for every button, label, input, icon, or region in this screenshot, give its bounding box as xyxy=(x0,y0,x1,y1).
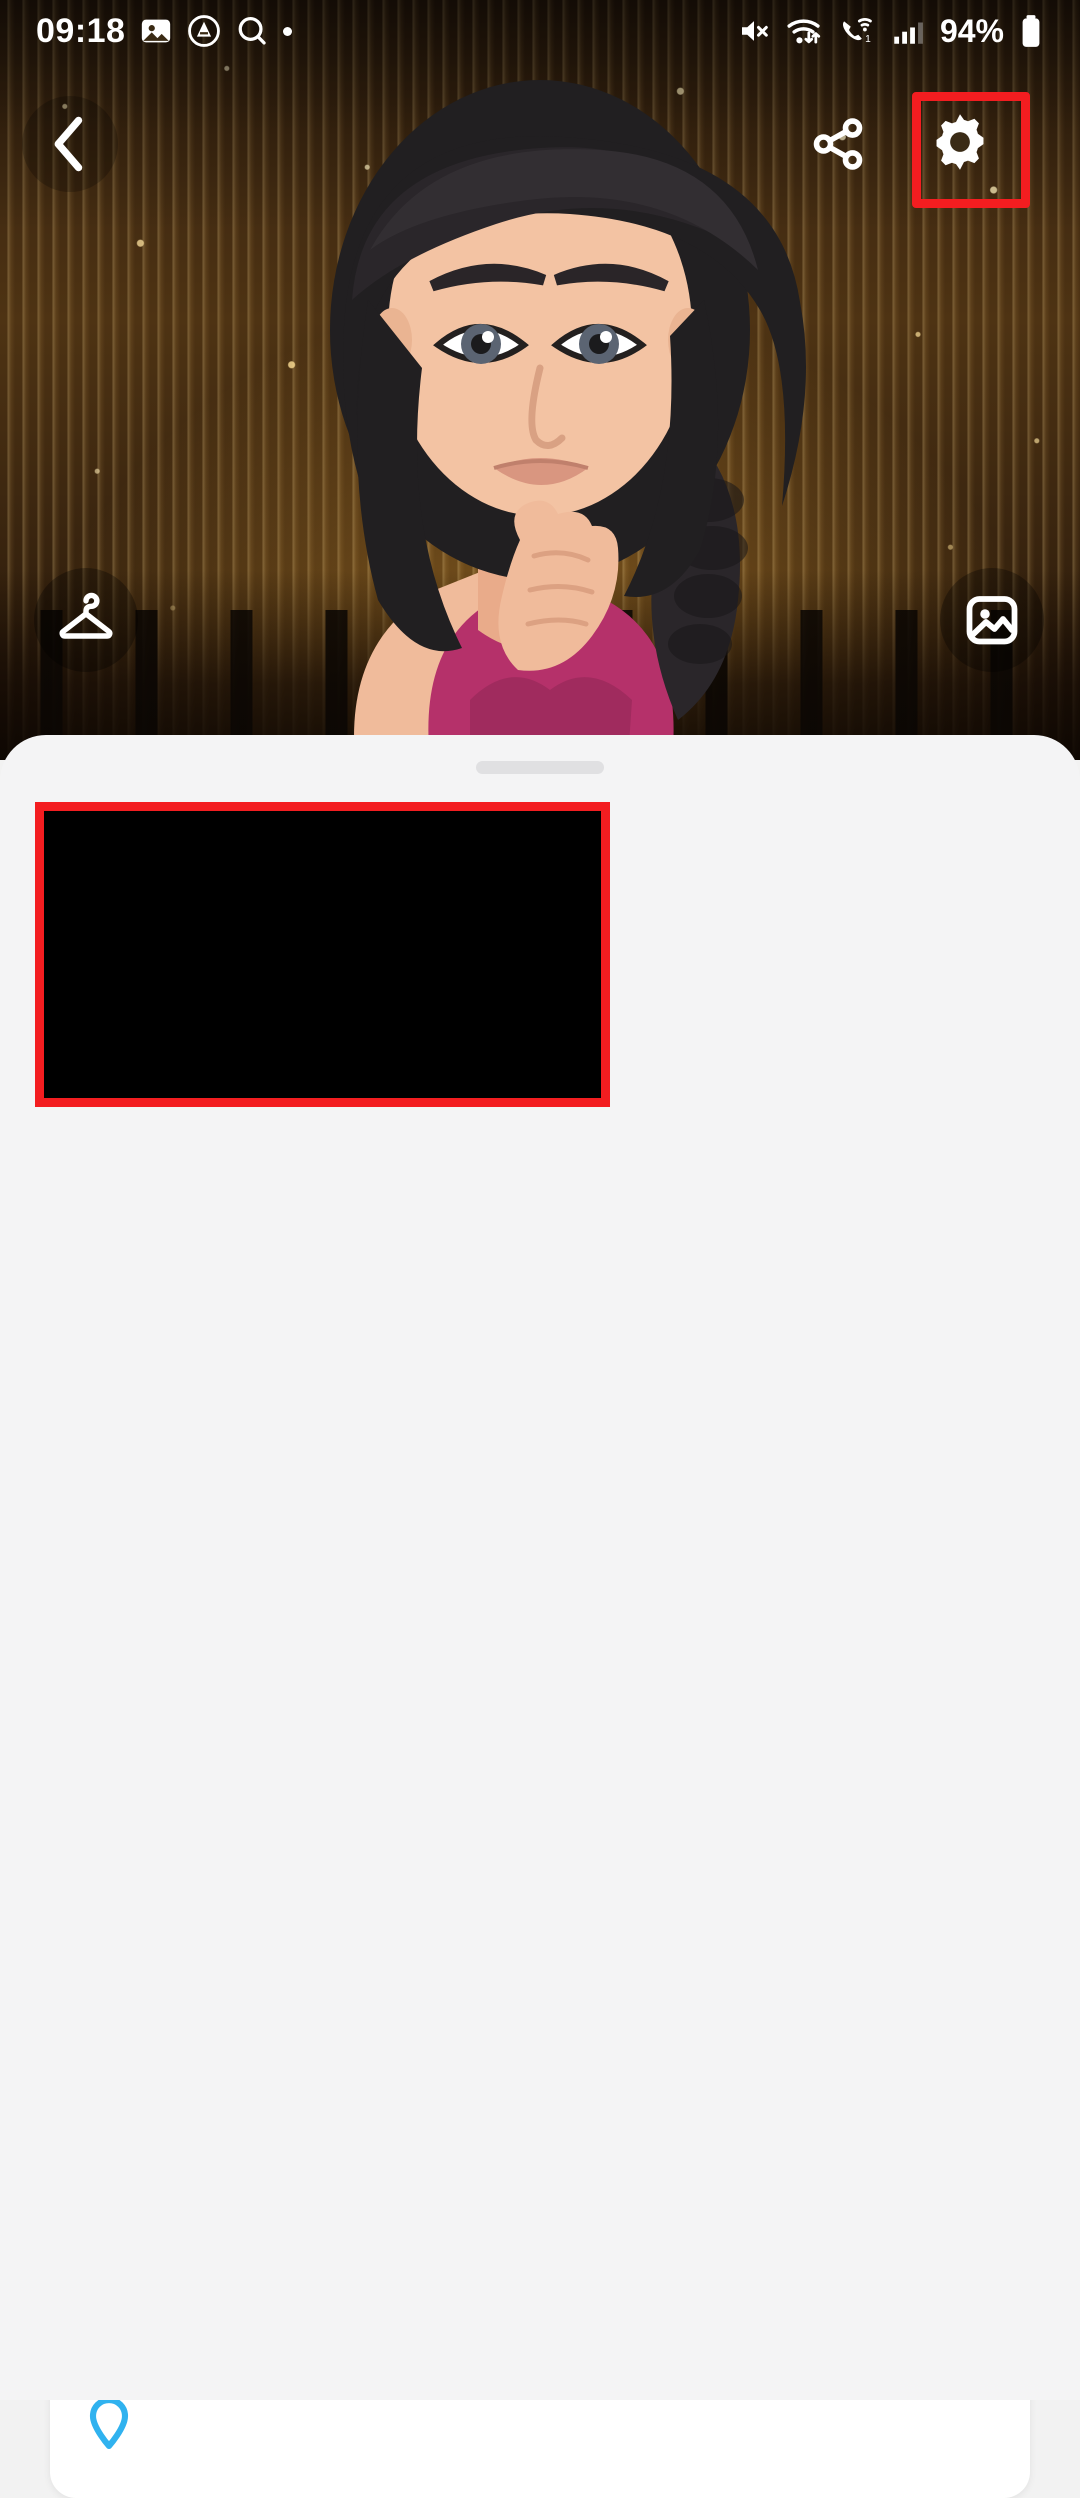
mute-icon xyxy=(736,13,772,49)
outfit-button[interactable] xyxy=(34,568,138,672)
redacted-profile-info xyxy=(35,802,610,1107)
android-auto-icon xyxy=(187,14,221,48)
share-button[interactable] xyxy=(790,96,886,192)
back-button[interactable] xyxy=(22,96,118,192)
battery-icon xyxy=(1018,13,1044,49)
change-background-button[interactable] xyxy=(940,568,1044,672)
back-chevron-icon xyxy=(54,116,83,172)
svg-text:1: 1 xyxy=(865,34,871,45)
sheet-drag-handle[interactable] xyxy=(476,761,604,774)
search-icon xyxy=(235,14,269,48)
wifi-icon xyxy=(786,13,824,49)
status-bar-right: 1 94% xyxy=(736,13,1044,50)
battery-percent: 94% xyxy=(939,12,1004,49)
status-time: 09:18 xyxy=(36,11,126,50)
status-bar-left: 09:18 xyxy=(36,11,293,51)
snap-map-icon xyxy=(50,2391,168,2455)
settings-button[interactable] xyxy=(912,94,1008,190)
status-bar: 09:18 1 94% xyxy=(0,0,1080,62)
share-icon xyxy=(813,118,863,170)
photo-icon xyxy=(139,14,173,48)
image-icon xyxy=(966,596,1018,645)
wifi-calling-icon: 1 xyxy=(838,13,876,49)
dot-indicator-icon xyxy=(283,26,293,36)
hanger-icon xyxy=(59,592,113,639)
profile-top-bar xyxy=(0,72,1080,222)
gear-icon xyxy=(936,114,984,170)
signal-bars-icon xyxy=(890,14,924,48)
